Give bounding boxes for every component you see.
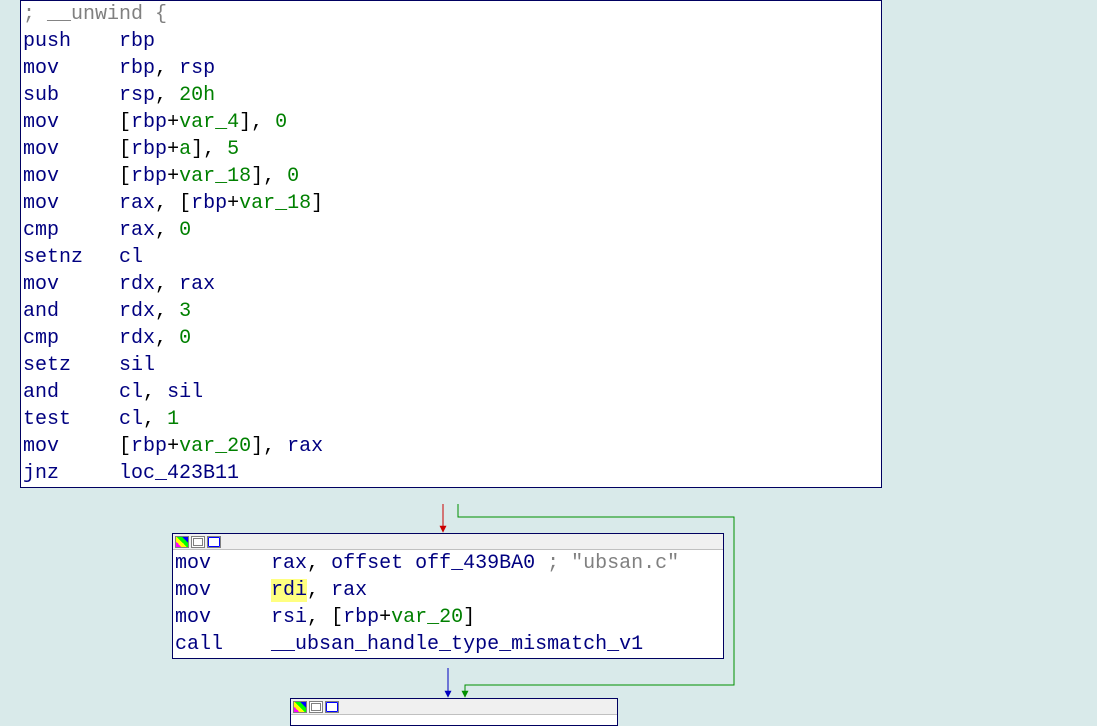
asm-line: and cl, sil [21, 379, 881, 406]
highlighted-register: rdi [271, 579, 307, 602]
asm-line: mov [rbp+a], 5 [21, 136, 881, 163]
asm-line: mov [rbp+var_18], 0 [21, 163, 881, 190]
group-icon[interactable] [325, 701, 339, 713]
asm-line: setnz cl [21, 244, 881, 271]
asm-node-2[interactable]: mov rax, offset off_439BA0 ; "ubsan.c" m… [172, 533, 724, 659]
asm-line: cmp rax, 0 [21, 217, 881, 244]
asm-line: mov rbp, rsp [21, 55, 881, 82]
edit-icon[interactable] [191, 536, 205, 548]
asm-line: mov [rbp+var_4], 0 [21, 109, 881, 136]
asm-line: push rbp [21, 28, 881, 55]
asm-node-1[interactable]: ; __unwind { push rbp mov rbp, rsp sub r… [20, 0, 882, 488]
asm-line: and rdx, 3 [21, 298, 881, 325]
asm-line: mov rdx, rax [21, 271, 881, 298]
node-toolbar [291, 699, 617, 715]
asm-line: jnz loc_423B11 [21, 460, 881, 487]
asm-line: cmp rdx, 0 [21, 325, 881, 352]
asm-line: test cl, 1 [21, 406, 881, 433]
asm-line: mov [rbp+var_20], rax [21, 433, 881, 460]
asm-line: ; __unwind { [21, 1, 881, 28]
asm-line: sub rsp, 20h [21, 82, 881, 109]
asm-line: mov rax, offset off_439BA0 ; "ubsan.c" [173, 550, 723, 577]
asm-node-3[interactable] [290, 698, 618, 726]
asm-line: mov rsi, [rbp+var_20] [173, 604, 723, 631]
asm-line: setz sil [21, 352, 881, 379]
color-icon[interactable] [175, 536, 189, 548]
node-toolbar [173, 534, 723, 550]
color-icon[interactable] [293, 701, 307, 713]
asm-line: mov rdi, rax [173, 577, 723, 604]
asm-line: mov rax, [rbp+var_18] [21, 190, 881, 217]
edit-icon[interactable] [309, 701, 323, 713]
group-icon[interactable] [207, 536, 221, 548]
asm-line: call __ubsan_handle_type_mismatch_v1 [173, 631, 723, 658]
